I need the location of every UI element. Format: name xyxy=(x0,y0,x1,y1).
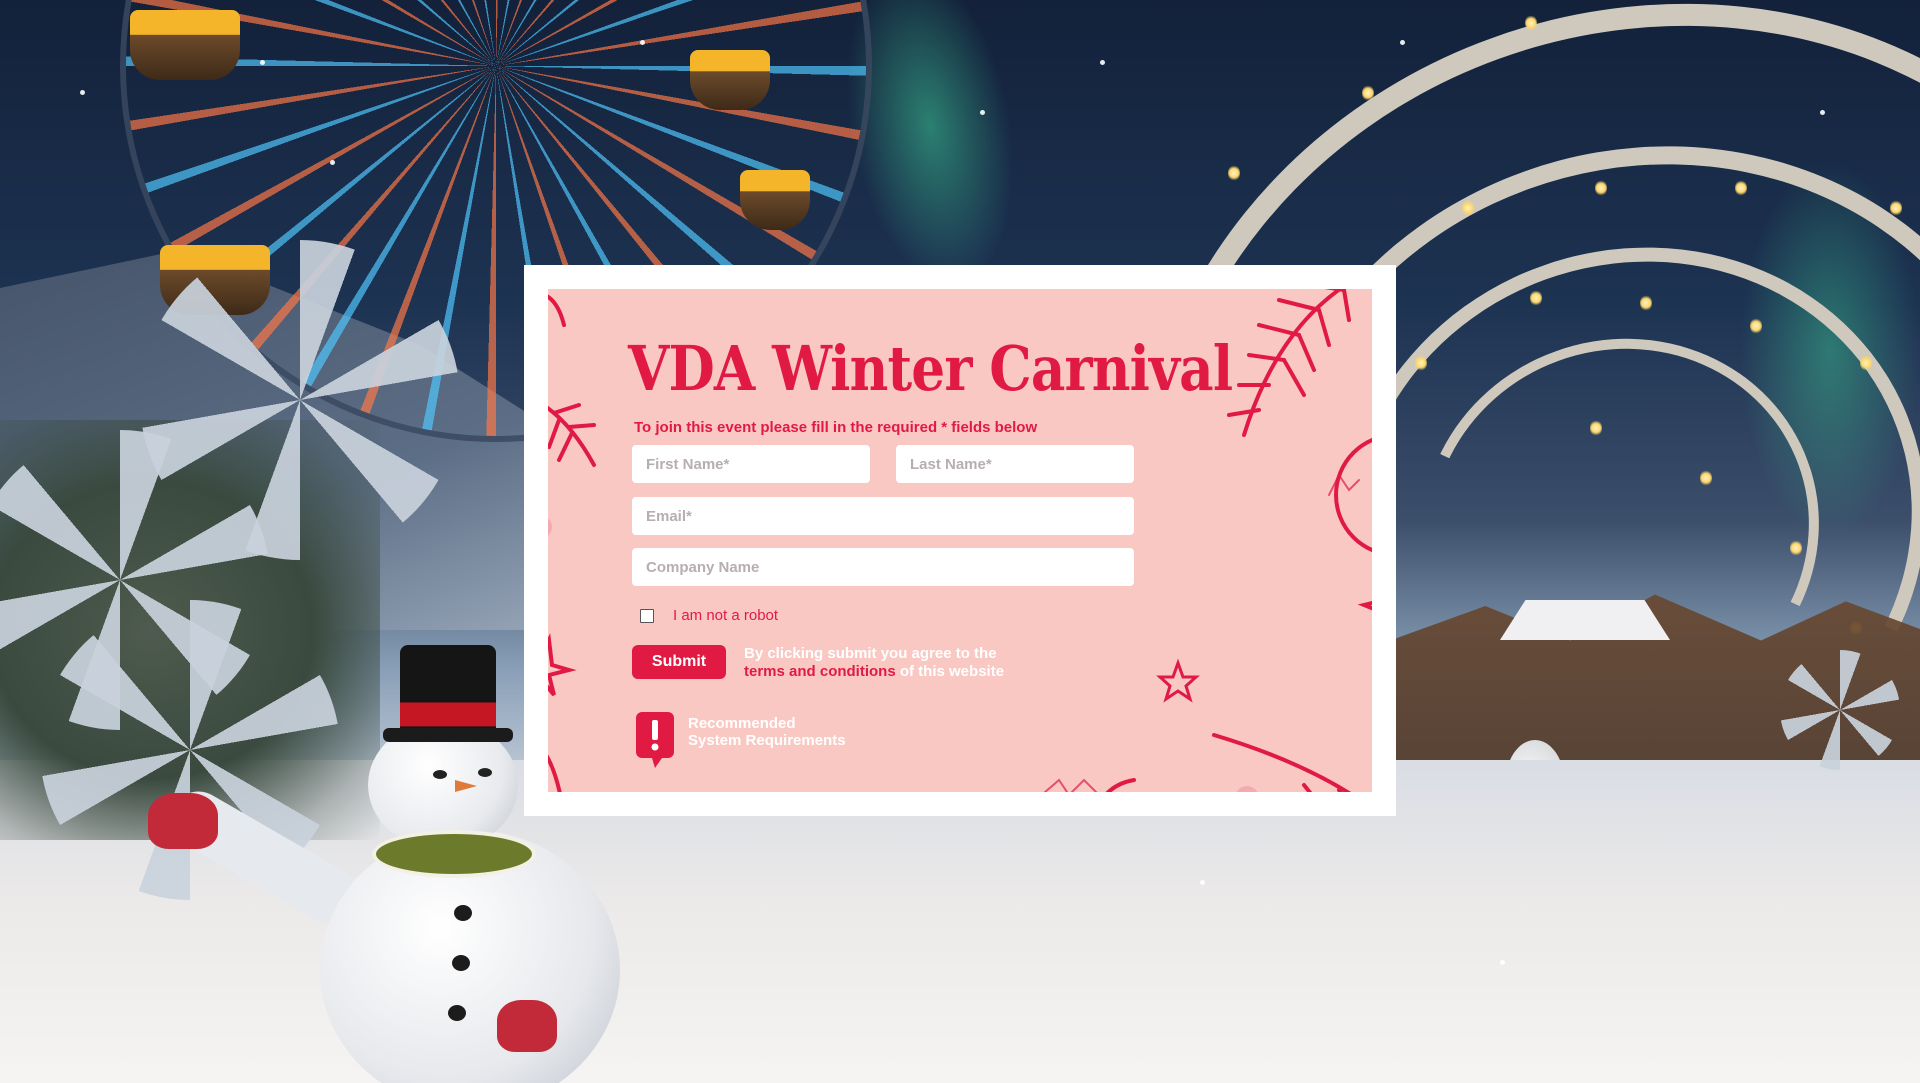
snowman-mitten xyxy=(497,1000,557,1052)
snowman-hat-brim xyxy=(383,728,513,742)
snowman-eye xyxy=(433,770,447,779)
last-name-field[interactable] xyxy=(896,445,1134,483)
string-light xyxy=(1525,15,1537,31)
card-panel: VDA Winter Carnival To join this event p… xyxy=(548,289,1372,792)
snowman-button xyxy=(454,905,472,921)
string-light xyxy=(1595,180,1607,196)
terms-prefix: By clicking submit you agree to the xyxy=(744,645,997,662)
snowflake-particle xyxy=(260,60,265,65)
string-light xyxy=(1700,470,1712,486)
string-light xyxy=(1362,85,1374,101)
string-light xyxy=(1228,165,1240,181)
page-title: VDA Winter Carnival xyxy=(628,332,1233,405)
company-name-field[interactable] xyxy=(632,548,1134,586)
string-light xyxy=(1462,200,1474,216)
string-light xyxy=(1890,200,1902,216)
form-instructions: To join this event please fill in the re… xyxy=(634,419,1038,436)
captcha-label: I am not a robot xyxy=(673,607,779,624)
first-name-field[interactable] xyxy=(632,445,870,483)
snowman-scarf xyxy=(372,830,536,878)
string-light xyxy=(1590,420,1602,436)
system-requirements-link[interactable]: Recommended System Requirements xyxy=(688,715,846,749)
string-light xyxy=(1750,318,1762,334)
gondola xyxy=(130,10,240,80)
registration-card: VDA Winter Carnival To join this event p… xyxy=(524,265,1396,816)
snowman-button xyxy=(452,955,470,971)
submit-button[interactable]: Submit xyxy=(632,645,726,679)
string-light xyxy=(1415,355,1427,371)
gondola xyxy=(740,170,810,230)
snowflake-particle xyxy=(330,160,335,165)
terms-link[interactable]: terms and conditions xyxy=(744,663,896,680)
giant-snowflake xyxy=(1780,650,1900,770)
terms-line-2: terms and conditions of this website xyxy=(744,663,1004,681)
snowflake-particle xyxy=(640,40,645,45)
terms-suffix: of this website xyxy=(895,663,1005,680)
snowflake-particle xyxy=(980,110,985,115)
gondola xyxy=(690,50,770,110)
string-light xyxy=(1790,540,1802,556)
requirements-line-1: Recommended xyxy=(688,715,796,732)
snowman-eye xyxy=(478,768,492,777)
stall-roof xyxy=(1500,600,1670,640)
string-light xyxy=(1860,355,1872,371)
string-light xyxy=(1735,180,1747,196)
email-field[interactable] xyxy=(632,497,1134,535)
snowman-hat xyxy=(400,645,496,737)
snowman-button xyxy=(448,1005,466,1021)
string-light xyxy=(1530,290,1542,306)
snowman-mitten xyxy=(148,793,218,849)
terms-notice: By clicking submit you agree to the term… xyxy=(744,645,1004,681)
exclamation-bubble-icon[interactable] xyxy=(636,712,674,768)
snowflake-particle xyxy=(80,90,85,95)
string-light xyxy=(1640,295,1652,311)
requirements-line-2: System Requirements xyxy=(688,732,846,749)
snowflake-particle xyxy=(1500,960,1505,965)
snowflake-particle xyxy=(1400,40,1405,45)
snowflake-particle xyxy=(1820,110,1825,115)
captcha-checkbox[interactable] xyxy=(640,609,654,623)
snowflake-particle xyxy=(1200,880,1205,885)
snowflake-particle xyxy=(1100,60,1105,65)
